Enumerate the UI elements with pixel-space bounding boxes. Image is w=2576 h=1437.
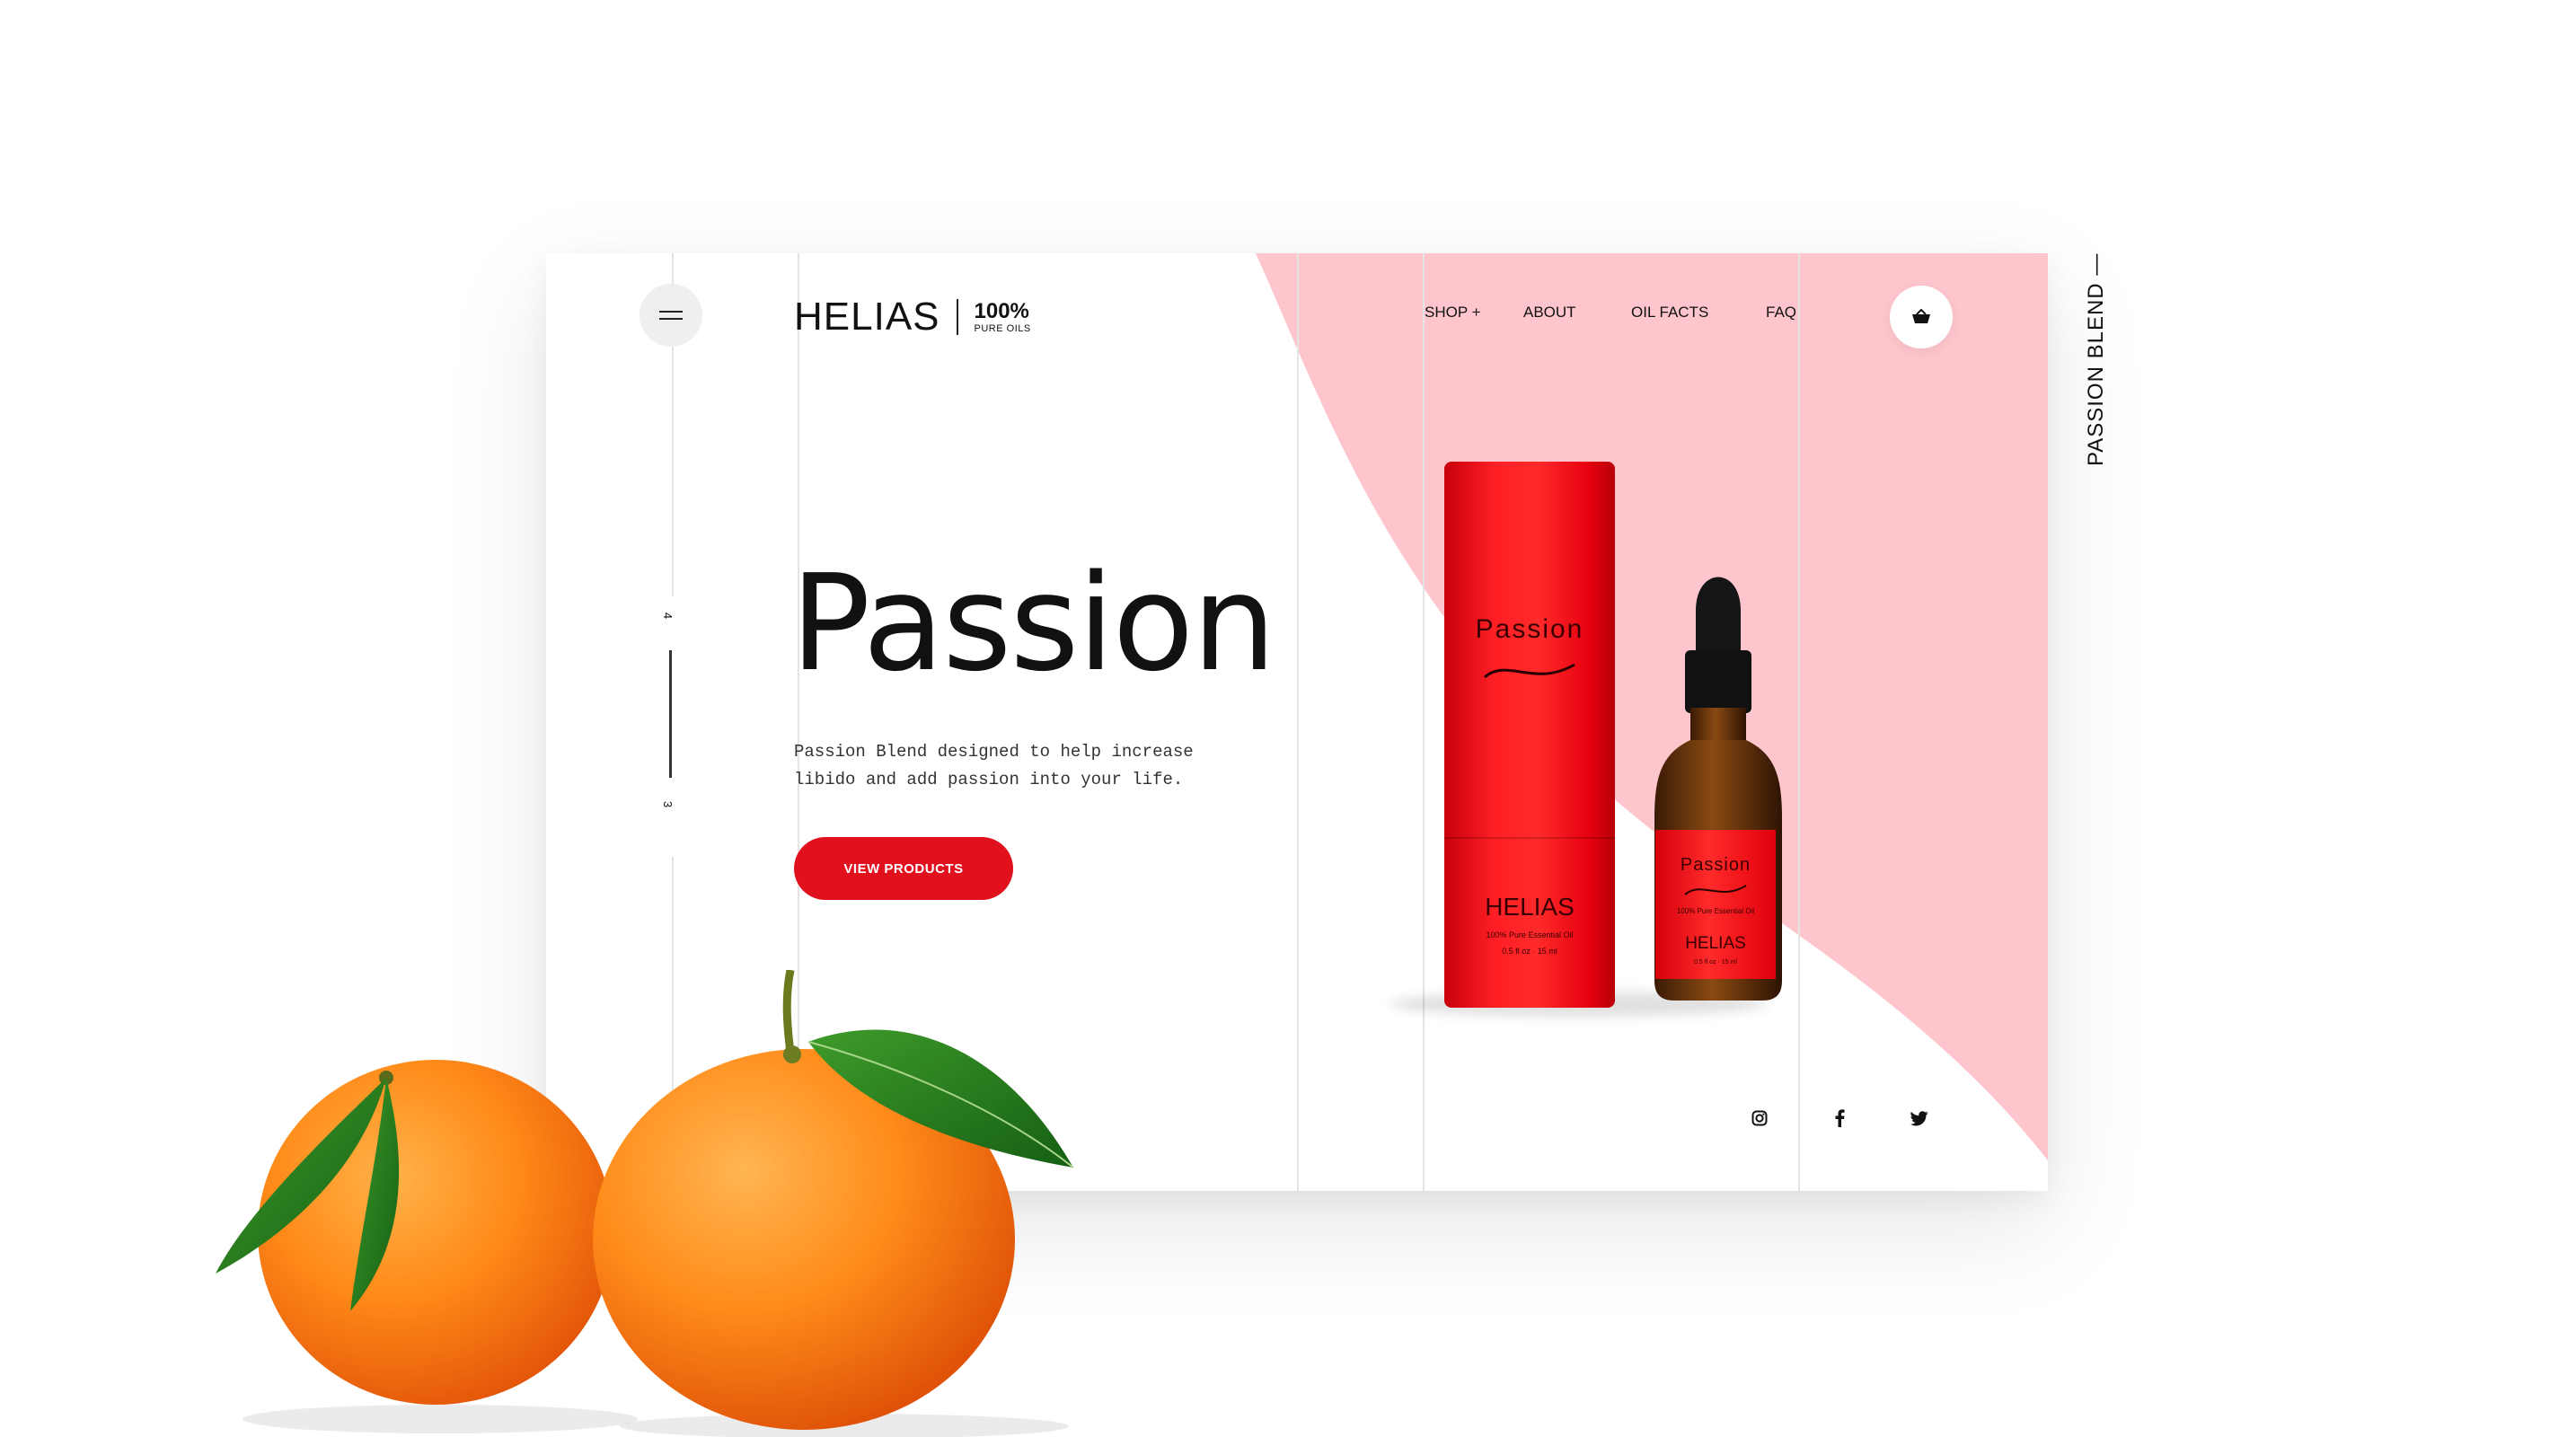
pager-progress <box>669 650 672 778</box>
logo[interactable]: HELIAS 100% PURE OILS <box>794 295 1031 339</box>
logo-wordmark: HELIAS <box>794 295 940 339</box>
bottle-name: Passion <box>1680 855 1751 875</box>
logo-percent: 100% <box>974 298 1029 323</box>
bottle-brand: HELIAS <box>1685 934 1746 953</box>
view-products-button[interactable]: VIEW PRODUCTS <box>794 837 1013 900</box>
tilde-icon <box>1484 663 1575 679</box>
product-bottle: Passion 100% Pure Essential Oil HELIAS 0… <box>1651 550 1786 1008</box>
hero-description: Passion Blend designed to help increase … <box>794 742 1194 789</box>
grid-line <box>1423 253 1425 1191</box>
pager-current[interactable]: 4 <box>661 613 675 619</box>
tube-subtitle: 100% Pure Essential Oil <box>1486 930 1574 939</box>
logo-tagline: PURE OILS <box>974 322 1031 334</box>
nav-oil-facts[interactable]: OIL FACTS <box>1631 304 1708 322</box>
grid-line <box>1798 253 1800 1191</box>
nav-faq[interactable]: FAQ <box>1766 304 1796 322</box>
tube-seam <box>1444 837 1615 839</box>
nav-about[interactable]: ABOUT <box>1523 304 1576 322</box>
tube-brand: HELIAS <box>1485 893 1575 921</box>
slide-pager: 4 3 <box>657 596 684 857</box>
logo-divider <box>956 299 958 335</box>
tube-volume: 0.5 fl oz · 15 ml <box>1502 947 1557 956</box>
nav-shop[interactable]: SHOP + <box>1425 304 1481 322</box>
cart-button[interactable] <box>1890 286 1953 348</box>
twitter-icon[interactable] <box>1908 1106 1931 1130</box>
hero-title: Passion <box>790 546 1276 701</box>
bottle-subtitle: 100% Pure Essential Oil <box>1676 907 1755 915</box>
side-label: PASSION BLEND — <box>2084 253 2108 467</box>
menu-button[interactable] <box>640 284 702 347</box>
instagram-icon[interactable] <box>1748 1106 1771 1130</box>
product-tube: Passion HELIAS 100% Pure Essential Oil 0… <box>1444 462 1615 1008</box>
logo-badge: 100% PURE OILS <box>974 298 1031 334</box>
bottle-label: Passion 100% Pure Essential Oil HELIAS 0… <box>1655 830 1776 979</box>
tube-name: Passion <box>1475 614 1584 644</box>
basket-icon <box>1912 309 1930 323</box>
bottle-volume: 0.5 fl oz · 15 ml <box>1694 959 1737 965</box>
pager-next[interactable]: 3 <box>661 801 675 807</box>
mandarin-oranges-image <box>216 970 1074 1437</box>
tilde-icon <box>1684 885 1747 895</box>
grid-line <box>1297 253 1299 1191</box>
hamburger-icon <box>659 311 683 320</box>
facebook-icon[interactable] <box>1828 1106 1851 1130</box>
